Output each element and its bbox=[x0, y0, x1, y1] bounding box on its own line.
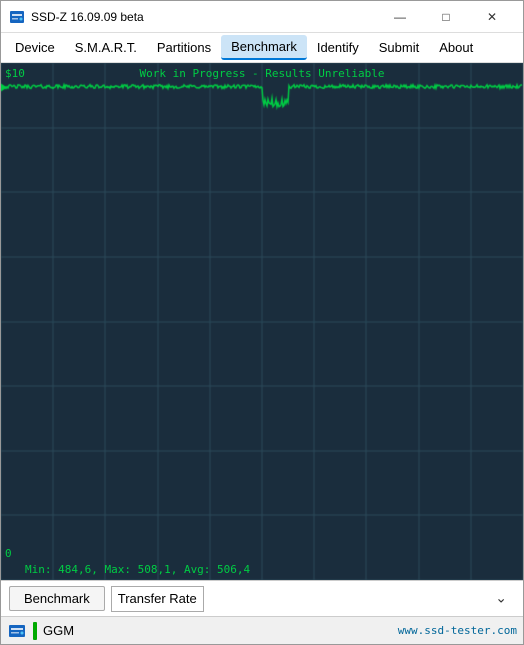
menu-item-partitions[interactable]: Partitions bbox=[147, 36, 221, 59]
website-label: www.ssd-tester.com bbox=[398, 624, 517, 637]
menu-item-device[interactable]: Device bbox=[5, 36, 65, 59]
menu-item-identify[interactable]: Identify bbox=[307, 36, 369, 59]
menu-item-benchmark[interactable]: Benchmark bbox=[221, 35, 307, 60]
chart-stats: Min: 484,6, Max: 508,1, Avg: 506,4 bbox=[25, 563, 250, 576]
menu-item-submit[interactable]: Submit bbox=[369, 36, 429, 59]
status-icon bbox=[7, 621, 27, 641]
title-bar: SSD-Z 16.09.09 beta — □ ✕ bbox=[1, 1, 523, 33]
chart-container: $10 Work in Progress - Results Unreliabl… bbox=[1, 63, 523, 580]
menu-item-smart[interactable]: S.M.A.R.T. bbox=[65, 36, 147, 59]
drive-name: GGM bbox=[43, 623, 392, 638]
close-button[interactable]: ✕ bbox=[469, 1, 515, 33]
chart-y-min: 0 bbox=[5, 547, 12, 560]
chart-title: Work in Progress - Results Unreliable bbox=[139, 67, 384, 80]
app-icon bbox=[9, 9, 25, 25]
window-title: SSD-Z 16.09.09 beta bbox=[31, 10, 377, 24]
benchmark-button[interactable]: Benchmark bbox=[9, 586, 105, 611]
menu-bar: Device S.M.A.R.T. Partitions Benchmark I… bbox=[1, 33, 523, 63]
menu-item-about[interactable]: About bbox=[429, 36, 483, 59]
main-window: SSD-Z 16.09.09 beta — □ ✕ Device S.M.A.R… bbox=[0, 0, 524, 645]
dropdown-wrapper: Transfer Rate Access Time IOPS bbox=[111, 586, 515, 612]
maximize-button[interactable]: □ bbox=[423, 1, 469, 33]
toolbar: Benchmark Transfer Rate Access Time IOPS bbox=[1, 580, 523, 616]
status-bar: GGM www.ssd-tester.com bbox=[1, 616, 523, 644]
minimize-button[interactable]: — bbox=[377, 1, 423, 33]
window-controls: — □ ✕ bbox=[377, 1, 515, 33]
chart-y-max: $10 bbox=[5, 67, 25, 80]
drive-indicator bbox=[33, 622, 37, 640]
metric-dropdown[interactable]: Transfer Rate Access Time IOPS bbox=[111, 586, 204, 612]
benchmark-chart bbox=[1, 63, 523, 580]
